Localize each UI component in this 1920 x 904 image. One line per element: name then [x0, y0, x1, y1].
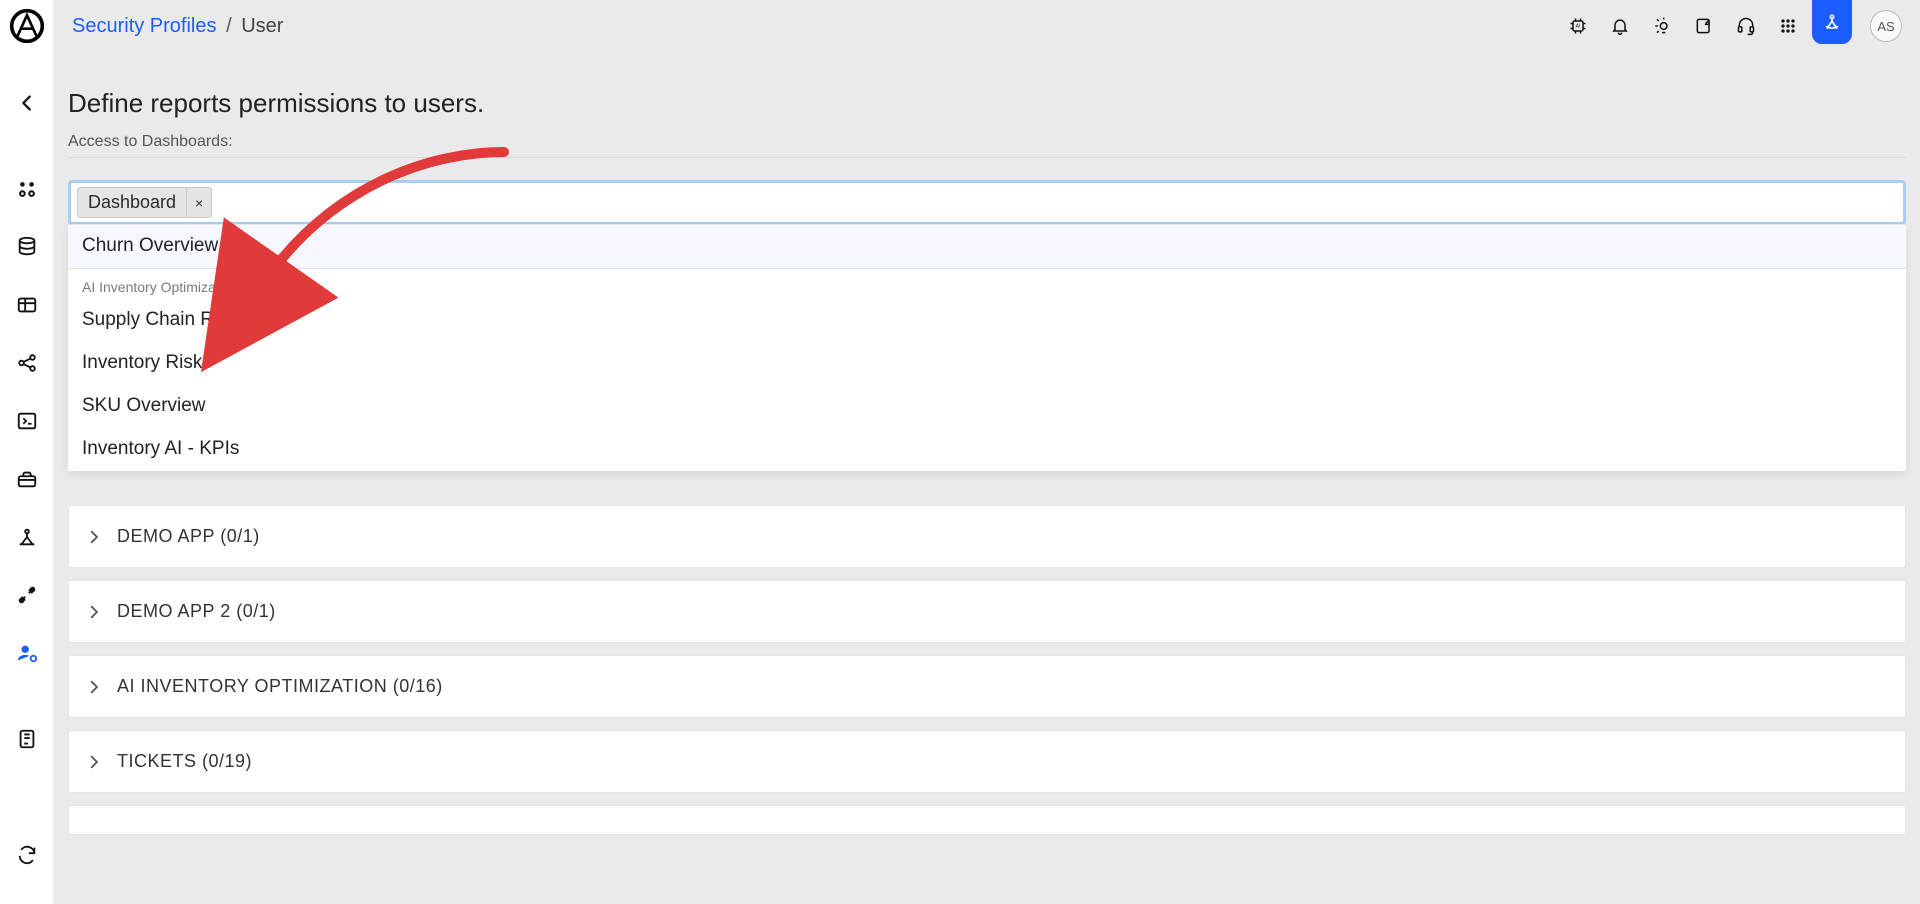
- accordion-label: AI INVENTORY OPTIMIZATION (0/16): [117, 676, 443, 697]
- chip-icon[interactable]: AI: [1560, 8, 1596, 44]
- chevron-right-icon: [85, 753, 103, 771]
- accordion-row[interactable]: DEMO APP 2 (0/1): [68, 580, 1906, 643]
- toolbox-icon[interactable]: [0, 450, 54, 508]
- dropdown-item[interactable]: Inventory Risks: [68, 342, 1906, 385]
- dropdown-item[interactable]: SKU Overview: [68, 385, 1906, 428]
- avatar-initials: AS: [1877, 19, 1894, 34]
- chip-label: Dashboard: [78, 188, 187, 217]
- breadcrumb-separator: /: [226, 15, 232, 37]
- main-content: Define reports permissions to users. Acc…: [54, 52, 1920, 904]
- accordion-label: TICKETS (0/19): [117, 751, 252, 772]
- dropdown-item[interactable]: Supply Chain Risks: [68, 299, 1906, 342]
- terminal-icon[interactable]: [0, 392, 54, 450]
- accordion-label: DEMO APP (0/1): [117, 526, 260, 547]
- topbar-tools: AI AS: [1560, 8, 1902, 44]
- lightbulb-icon[interactable]: [1644, 8, 1680, 44]
- accordion-row-partial[interactable]: [68, 805, 1906, 835]
- export-icon[interactable]: [1686, 8, 1722, 44]
- breadcrumb-current: User: [241, 15, 283, 37]
- table-icon[interactable]: [0, 276, 54, 334]
- accordion-row[interactable]: AI INVENTORY OPTIMIZATION (0/16): [68, 655, 1906, 718]
- avatar[interactable]: AS: [1870, 10, 1902, 42]
- share-icon[interactable]: [0, 334, 54, 392]
- breadcrumb: Security Profiles / User: [72, 15, 283, 38]
- dashboards-dropdown: Churn Overview AI Inventory Optimization…: [68, 224, 1906, 471]
- dropdown-item[interactable]: Churn Overview: [68, 225, 1906, 268]
- accordion-row[interactable]: DEMO APP (0/1): [68, 505, 1906, 568]
- chevron-right-icon: [85, 678, 103, 696]
- breadcrumb-link[interactable]: Security Profiles: [72, 15, 217, 37]
- left-rail: [0, 0, 54, 904]
- field-label: Access to Dashboards:: [68, 133, 1906, 151]
- draft-compass-icon[interactable]: [1812, 0, 1852, 44]
- dropdown-item[interactable]: Inventory AI - KPIs: [68, 428, 1906, 471]
- refresh-icon[interactable]: [0, 826, 54, 884]
- dashboards-multiselect[interactable]: Dashboard × Churn Overview AI Inventory …: [68, 180, 1906, 225]
- database-icon[interactable]: [0, 218, 54, 276]
- chevron-right-icon: [85, 528, 103, 546]
- accordion-label: DEMO APP 2 (0/1): [117, 601, 276, 622]
- divider: [68, 157, 1906, 158]
- page-title: Define reports permissions to users.: [68, 88, 1906, 119]
- accordion-row[interactable]: TICKETS (0/19): [68, 730, 1906, 793]
- grid-icon[interactable]: [1770, 8, 1806, 44]
- collapse-icon[interactable]: [0, 74, 54, 132]
- apps-accordion-list: DEMO APP (0/1) DEMO APP 2 (0/1) AI INVEN…: [68, 505, 1906, 835]
- apps-icon[interactable]: [0, 160, 54, 218]
- user-settings-icon[interactable]: [0, 624, 54, 682]
- app-logo[interactable]: [9, 8, 45, 44]
- book-icon[interactable]: [0, 710, 54, 768]
- topbar: Security Profiles / User AI AS: [54, 0, 1920, 52]
- tools-icon[interactable]: [0, 566, 54, 624]
- dropdown-group-header: AI Inventory Optimization: [68, 268, 1906, 299]
- headset-icon[interactable]: [1728, 8, 1764, 44]
- compass-icon[interactable]: [0, 508, 54, 566]
- bell-icon[interactable]: [1602, 8, 1638, 44]
- chevron-right-icon: [85, 603, 103, 621]
- selected-chip: Dashboard ×: [77, 187, 212, 218]
- chip-remove-button[interactable]: ×: [187, 188, 211, 217]
- svg-text:AI: AI: [1576, 24, 1581, 30]
